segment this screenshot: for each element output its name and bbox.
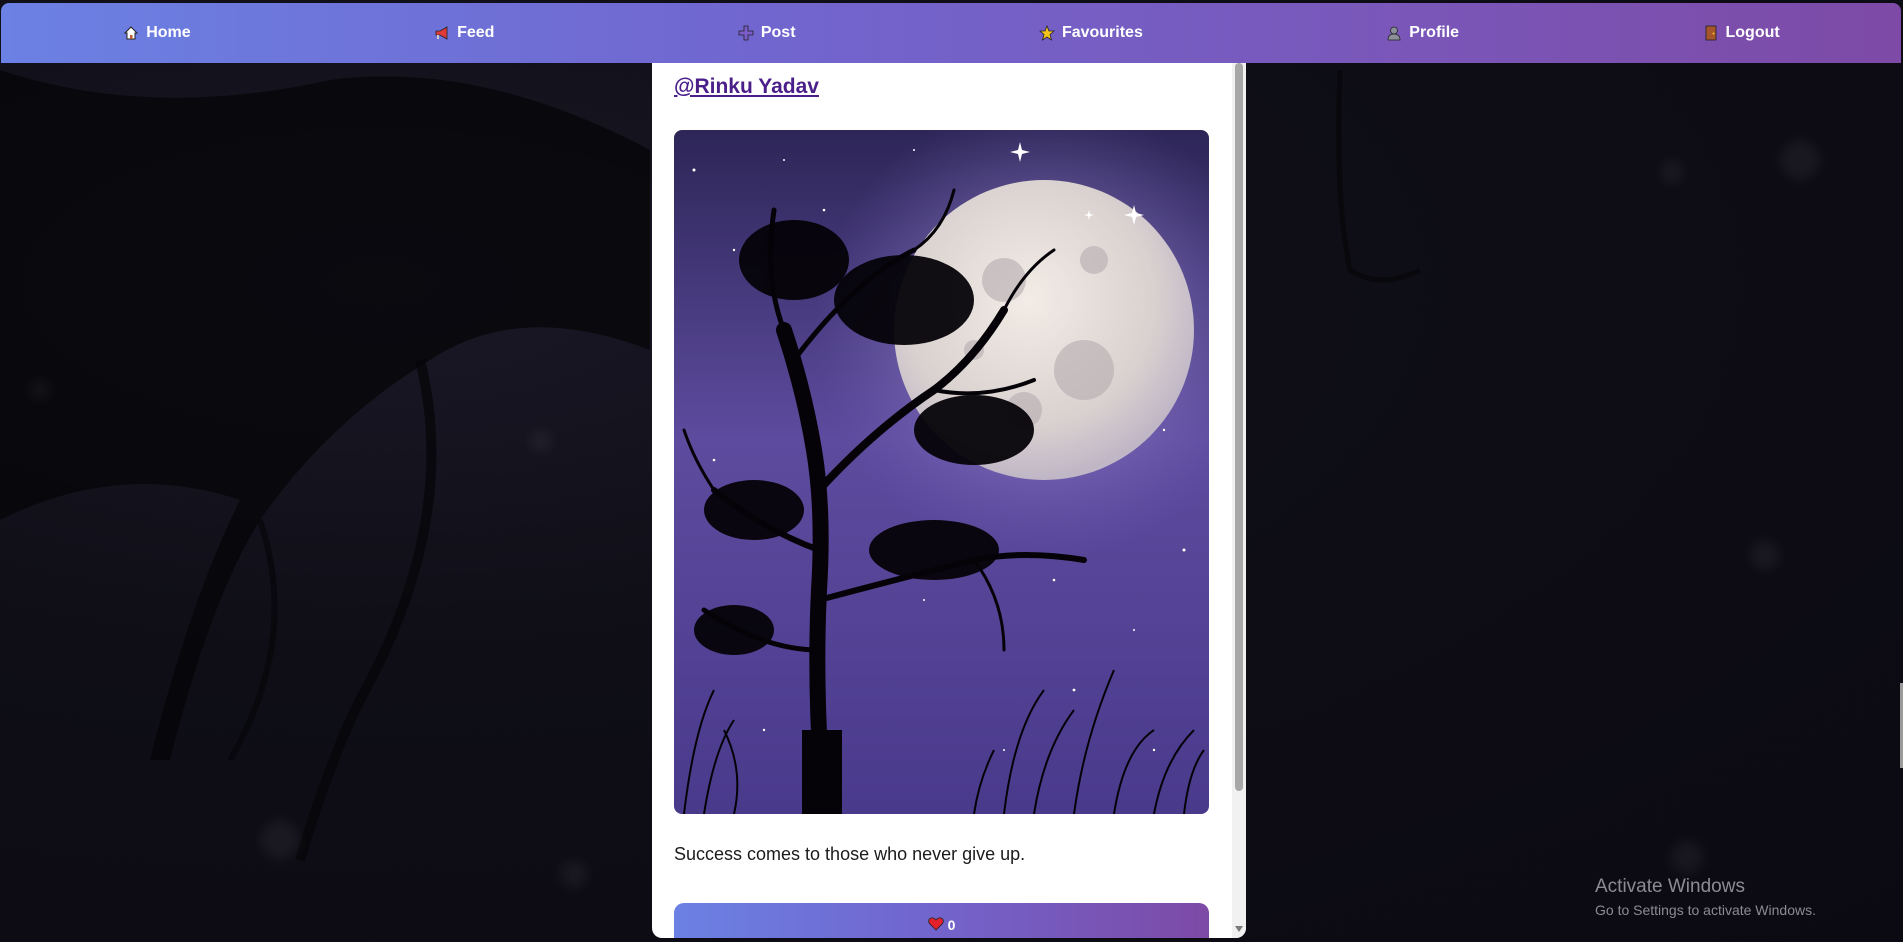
like-button[interactable]: 0 [674, 903, 1209, 938]
megaphone-icon [433, 24, 451, 42]
post-caption: Success comes to those who never give up… [674, 844, 1026, 864]
heart-icon [927, 917, 944, 934]
door-icon [1702, 24, 1720, 42]
user-icon [1385, 24, 1403, 42]
post-content: @Rinku Yadav Success comes to those who … [674, 63, 1209, 938]
plus-icon [737, 24, 755, 42]
top-navbar: Home Feed Post Favourites Profile Logout [1, 3, 1901, 63]
moon-tree-image [674, 130, 1209, 814]
like-count: 0 [947, 917, 956, 933]
scroll-down-arrow-icon[interactable] [1235, 926, 1243, 932]
post-image[interactable] [674, 130, 1209, 814]
nav-profile-label: Profile [1409, 24, 1460, 41]
watermark-subtitle: Go to Settings to activate Windows. [1595, 902, 1816, 918]
post-card: @Rinku Yadav Success comes to those who … [652, 63, 1246, 938]
activate-windows-watermark: Activate Windows Go to Settings to activ… [1595, 876, 1816, 918]
nav-post-label: Post [760, 24, 796, 41]
nav-feed[interactable]: Feed [419, 16, 508, 50]
nav-logout[interactable]: Logout [1688, 16, 1794, 50]
post-scrollbar[interactable] [1232, 63, 1246, 938]
star-icon [1038, 24, 1056, 42]
home-icon [122, 24, 140, 42]
watermark-title: Activate Windows [1595, 876, 1745, 897]
nav-post[interactable]: Post [723, 16, 810, 50]
post-username-link[interactable]: @Rinku Yadav [674, 75, 819, 99]
nav-home-label: Home [146, 24, 191, 41]
nav-profile[interactable]: Profile [1371, 16, 1473, 50]
nav-feed-label: Feed [457, 24, 495, 41]
nav-logout-label: Logout [1725, 24, 1780, 41]
nav-favourites-label: Favourites [1061, 24, 1143, 41]
nav-favourites[interactable]: Favourites [1024, 16, 1157, 50]
nav-home[interactable]: Home [108, 16, 204, 50]
post-scrollbar-thumb[interactable] [1235, 63, 1243, 791]
